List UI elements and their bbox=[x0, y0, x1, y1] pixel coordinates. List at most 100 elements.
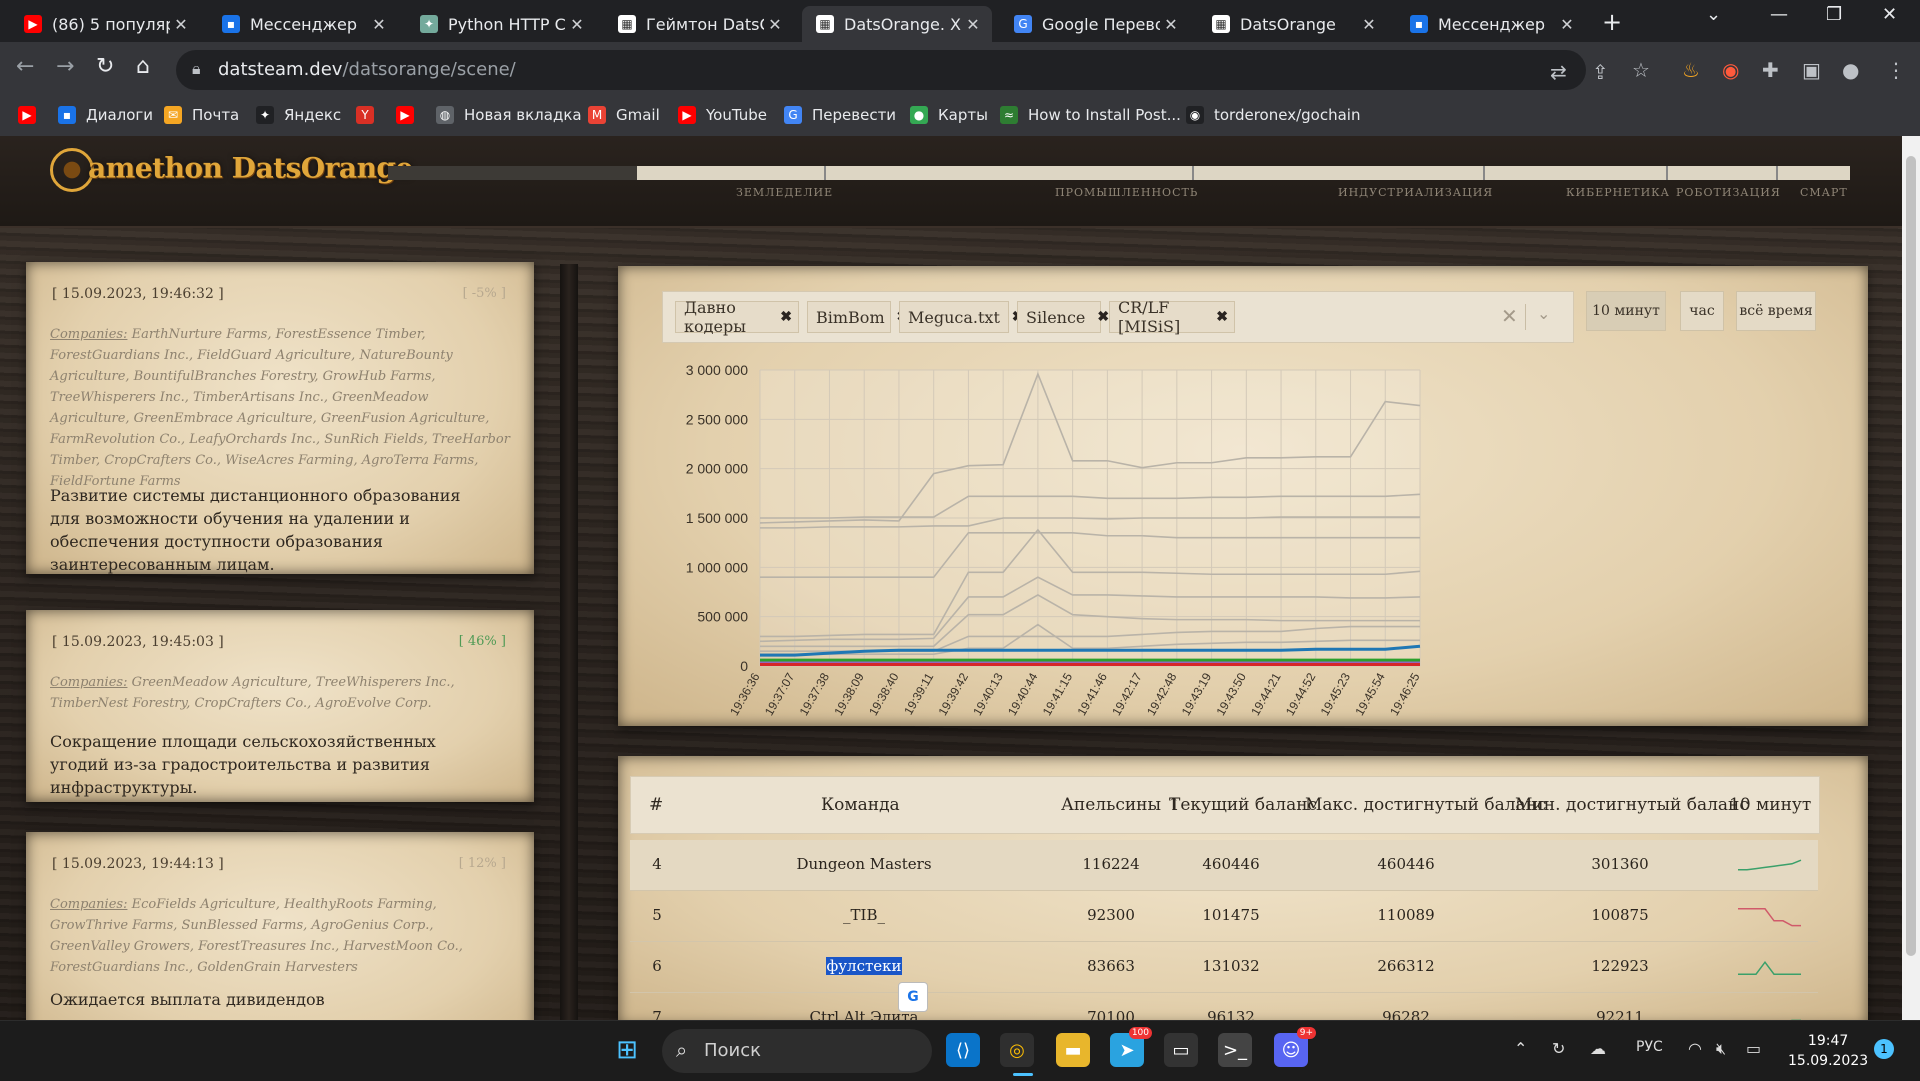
table-row[interactable]: 5 _TIB_ 92300 101475 110089 100875 bbox=[630, 891, 1818, 942]
bookmark-star-icon[interactable]: ☆ bbox=[1632, 58, 1650, 82]
chrome-app-icon[interactable]: ◎ bbox=[1000, 1033, 1034, 1067]
side-panel-icon[interactable]: ▣ bbox=[1802, 58, 1821, 82]
page-scrollbar[interactable] bbox=[1902, 136, 1920, 1020]
share-icon[interactable]: ⇪ bbox=[1592, 60, 1609, 84]
bookmark-item[interactable]: ✉ Почта bbox=[164, 106, 239, 124]
col-rank[interactable]: # bbox=[649, 795, 663, 815]
close-tab-icon[interactable]: ✕ bbox=[170, 15, 192, 34]
translate-page-icon[interactable]: ⇄ bbox=[1550, 60, 1567, 84]
bookmark-item[interactable]: ● Карты bbox=[910, 106, 988, 124]
tab-search-icon[interactable]: ⌄ bbox=[1706, 4, 1721, 25]
telegram-app-icon[interactable]: ➤ 100 bbox=[1110, 1027, 1152, 1067]
language-indicator[interactable]: РУС bbox=[1636, 1039, 1663, 1055]
table-row[interactable]: 6 фулстеки 83663 131032 266312 122923 bbox=[630, 942, 1818, 993]
col-max-balance[interactable]: Макс. достигнутый баланс bbox=[1305, 795, 1547, 815]
close-tab-icon[interactable]: ✕ bbox=[1160, 15, 1182, 34]
file-explorer-app-icon[interactable]: ▬ bbox=[1056, 1033, 1090, 1067]
col-team[interactable]: Команда bbox=[821, 795, 900, 815]
chevron-down-icon[interactable]: ⌄ bbox=[1537, 304, 1550, 323]
bookmark-item[interactable]: ▶ bbox=[18, 106, 46, 124]
lock-icon[interactable]: 🔒︎ bbox=[192, 59, 201, 79]
bookmark-item[interactable]: Y bbox=[356, 106, 384, 124]
time-10-minutes-button[interactable]: 10 минут bbox=[1586, 291, 1666, 331]
notification-badge[interactable]: 1 bbox=[1874, 1039, 1894, 1059]
start-button[interactable]: ⊞ bbox=[610, 1033, 644, 1067]
col-10-minutes[interactable]: 10 минут bbox=[1729, 795, 1811, 815]
discord-app-icon[interactable]: ☺ 9+ bbox=[1274, 1027, 1316, 1067]
profile-avatar[interactable]: ● bbox=[1842, 58, 1859, 82]
extensions-puzzle-icon[interactable]: ✚ bbox=[1762, 58, 1779, 82]
site-logo[interactable]: amethon DatsOrange bbox=[50, 148, 413, 192]
cell-team[interactable]: фулстеки bbox=[774, 957, 954, 975]
console-app-icon[interactable]: >_ bbox=[1218, 1033, 1252, 1067]
bookmark-item[interactable]: ▶ YouTube bbox=[678, 106, 767, 124]
remove-chip-icon[interactable]: ✖ bbox=[1216, 309, 1228, 325]
remove-chip-icon[interactable]: ✖ bbox=[780, 309, 792, 325]
table-row[interactable]: 4 Dungeon Masters 116224 460446 460446 301360 bbox=[630, 840, 1818, 891]
team-filter-chip[interactable]: Silence ✖ bbox=[1017, 301, 1109, 333]
bookmark-item[interactable]: ▪ Диалоги bbox=[58, 106, 153, 124]
forward-button[interactable]: → bbox=[56, 54, 74, 79]
browser-tab[interactable]: ▦ DatsOrange ✕ bbox=[1198, 6, 1388, 42]
time-all-button[interactable]: всё время bbox=[1736, 291, 1816, 331]
bookmark-item[interactable]: ▶ bbox=[396, 106, 424, 124]
wifi-icon[interactable]: ◠ bbox=[1688, 1039, 1702, 1058]
reload-button[interactable]: ↻ bbox=[96, 54, 114, 79]
browser-tab[interactable]: ▶ (86) 5 популярны✕ bbox=[10, 6, 200, 42]
close-tab-icon[interactable]: ✕ bbox=[1556, 15, 1578, 34]
browser-tab[interactable]: ▪ Мессенджер ✕ bbox=[208, 6, 398, 42]
terminal-app-icon[interactable]: ▭ bbox=[1164, 1033, 1198, 1067]
extension-fire-icon[interactable]: ♨ bbox=[1682, 58, 1700, 82]
team-filter-chip[interactable]: Meguca.txt✖ bbox=[899, 301, 1024, 333]
col-balance[interactable]: Текущий баланс bbox=[1169, 795, 1317, 815]
bookmark-item[interactable]: M Gmail bbox=[588, 106, 660, 124]
table-row[interactable]: 7 Ctrl Alt Элита 70100 96132 96282 92211 bbox=[630, 993, 1818, 1020]
team-filter-chip[interactable]: Давно кодеры ✖ bbox=[675, 298, 799, 336]
volume-muted-icon[interactable]: 🔇︎ bbox=[1716, 1039, 1726, 1059]
bookmark-item[interactable]: ✦ Яндекс bbox=[256, 106, 341, 124]
extension-record-icon[interactable]: ◉ bbox=[1722, 58, 1739, 82]
browser-tab[interactable]: ✦ Python HTTP Clie✕ bbox=[406, 6, 596, 42]
battery-icon[interactable]: ▭ bbox=[1746, 1039, 1761, 1058]
minimize-button[interactable]: — bbox=[1770, 4, 1788, 25]
scrollbar-thumb[interactable] bbox=[1906, 156, 1916, 956]
taskbar-search[interactable]: ⌕ Поиск bbox=[662, 1029, 932, 1073]
remove-chip-icon[interactable]: ✖ bbox=[1097, 309, 1109, 325]
address-bar[interactable]: 🔒︎ datsteam.dev/datsorange/scene/ ⇄ ⇪ ☆ bbox=[176, 50, 1650, 90]
vscode-app-icon[interactable]: ⟨⟩ bbox=[946, 1033, 980, 1067]
team-filter-chip[interactable]: CR/LF [MISiS] ✖ bbox=[1109, 298, 1235, 336]
browser-tab[interactable]: ▦ Геймтон DatsOra✕ bbox=[604, 6, 794, 42]
close-tab-icon[interactable]: ✕ bbox=[368, 15, 390, 34]
close-tab-icon[interactable]: ✕ bbox=[962, 15, 984, 34]
close-tab-icon[interactable]: ✕ bbox=[566, 15, 588, 34]
clear-filter-icon[interactable]: ✕ bbox=[1501, 304, 1518, 328]
bookmark-item[interactable]: ≈ How to Install Post... bbox=[1000, 106, 1181, 124]
cell-team[interactable]: Dungeon Masters bbox=[774, 855, 954, 873]
close-tab-icon[interactable]: ✕ bbox=[1358, 15, 1380, 34]
time-hour-button[interactable]: час bbox=[1680, 291, 1724, 331]
home-button[interactable]: ⌂ bbox=[136, 54, 150, 79]
back-button[interactable]: ← bbox=[16, 54, 34, 79]
browser-tab[interactable]: ▦ DatsOrange. Хака✕ bbox=[802, 6, 992, 42]
menu-kebab-icon[interactable]: ⋮ bbox=[1886, 58, 1906, 82]
team-filter-chip[interactable]: BimBom✖ bbox=[807, 301, 908, 333]
browser-tab[interactable]: ▪ Мессенджер ✕ bbox=[1396, 6, 1586, 42]
restore-button[interactable]: ❐ bbox=[1826, 4, 1842, 25]
close-window-button[interactable]: ✕ bbox=[1882, 4, 1897, 25]
translate-selection-icon[interactable]: G bbox=[898, 982, 928, 1012]
url-text[interactable]: datsteam.dev/datsorange/scene/ bbox=[218, 59, 516, 80]
bookmark-item[interactable]: ◍ Новая вкладка bbox=[436, 106, 582, 124]
cell-team[interactable]: _TIB_ bbox=[774, 906, 954, 924]
col-oranges[interactable]: Апельсины ↑ bbox=[1061, 795, 1181, 815]
team-filter-select[interactable]: Давно кодеры✖BimBom✖Meguca.txt✖Silence✖C… bbox=[662, 291, 1574, 343]
close-tab-icon[interactable]: ✕ bbox=[764, 15, 786, 34]
new-tab-button[interactable]: + bbox=[1602, 8, 1622, 36]
bookmark-item[interactable]: ◉ torderonex/gochain bbox=[1186, 106, 1360, 124]
sync-icon[interactable]: ↻ bbox=[1552, 1039, 1565, 1058]
browser-tab[interactable]: G Google Перевод✕ bbox=[1000, 6, 1190, 42]
bookmark-item[interactable]: G Перевести bbox=[784, 106, 896, 124]
taskbar-clock[interactable]: 19:47 15.09.2023 bbox=[1788, 1031, 1868, 1071]
show-hidden-icons[interactable]: ⌃ bbox=[1514, 1039, 1527, 1058]
cloud-icon[interactable]: ☁ bbox=[1590, 1039, 1606, 1058]
col-min-balance[interactable]: Мин. достигнутый баланс bbox=[1515, 795, 1749, 815]
